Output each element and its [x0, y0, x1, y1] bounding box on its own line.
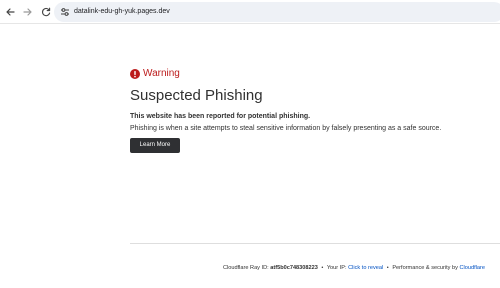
- tune-icon[interactable]: [59, 6, 71, 18]
- url-text[interactable]: datalink-edu-gh-yuk.pages.dev: [74, 5, 170, 19]
- exclamation-circle-icon: [130, 69, 140, 79]
- reload-icon: [41, 7, 51, 17]
- page-title: Suspected Phishing: [130, 87, 263, 104]
- cloudflare-link[interactable]: Cloudflare: [460, 265, 486, 271]
- footer-divider: [130, 243, 500, 244]
- forward-button[interactable]: [20, 4, 36, 20]
- footer-separator: •: [321, 265, 324, 271]
- ray-label: Cloudflare Ray ID:: [222, 265, 269, 271]
- footer-separator: •: [386, 265, 389, 271]
- ip-label: Your IP:: [326, 265, 347, 271]
- address-bar[interactable]: datalink-edu-gh-yuk.pages.dev: [54, 2, 500, 22]
- learn-more-button[interactable]: Learn More: [130, 138, 180, 153]
- reload-button[interactable]: [38, 4, 54, 20]
- reveal-ip-link[interactable]: Click to reveal: [348, 265, 383, 271]
- security-label: Performance & security by: [392, 265, 458, 271]
- page-subtitle: This website has been reported for poten…: [130, 113, 311, 120]
- warning-label: Warning: [143, 68, 180, 79]
- arrow-right-icon: [23, 8, 32, 16]
- arrow-left-icon: [6, 8, 15, 16]
- footer: Cloudflare Ray ID: atf5b0c748308223 • Yo…: [223, 264, 485, 272]
- back-button[interactable]: [2, 4, 18, 20]
- warning-heading: Warning: [130, 68, 180, 80]
- browser-toolbar: datalink-edu-gh-yuk.pages.dev: [0, 0, 500, 24]
- ray-id: atf5b0c748308223: [270, 265, 318, 271]
- page-description: Phishing is when a site attempts to stea…: [130, 125, 442, 132]
